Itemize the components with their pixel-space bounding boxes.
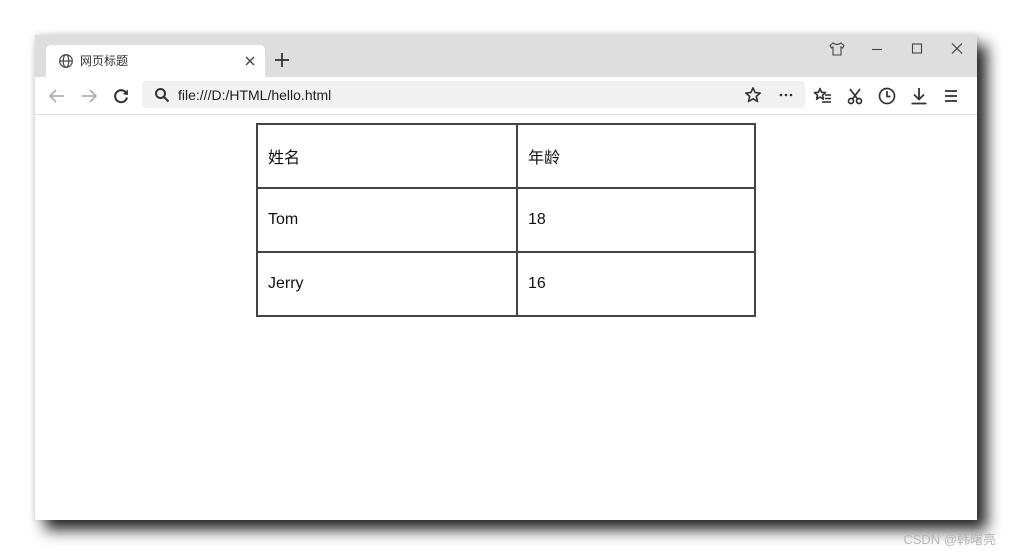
navigation-bar: file:///D:/HTML/hello.html (35, 77, 977, 115)
history-clock-icon[interactable] (877, 86, 897, 106)
address-input[interactable]: file:///D:/HTML/hello.html (178, 86, 331, 104)
close-window-icon[interactable] (948, 41, 966, 57)
forward-icon[interactable] (79, 86, 99, 106)
reload-icon[interactable] (111, 86, 131, 106)
back-icon[interactable] (47, 86, 67, 106)
globe-icon (58, 53, 74, 69)
watermark: CSDN @韩曙亮 (903, 532, 996, 547)
table-cell: Jerry (256, 251, 518, 317)
star-icon[interactable] (744, 86, 762, 104)
download-icon[interactable] (909, 86, 929, 106)
data-table: 姓名 年龄 Tom 18 Jerry 16 (256, 123, 756, 317)
table-cell: Tom (256, 187, 518, 253)
address-bar[interactable]: file:///D:/HTML/hello.html (142, 81, 805, 108)
more-icon[interactable] (777, 86, 795, 104)
minimize-icon[interactable] (868, 41, 886, 57)
favorites-list-icon[interactable] (813, 86, 833, 106)
new-tab-button[interactable] (273, 51, 291, 69)
shirt-icon[interactable] (828, 41, 846, 57)
browser-window: 网页标题 file:///D:/HTML/hello.html 姓名 年龄 To… (35, 35, 977, 520)
table-header-cell: 年龄 (516, 123, 756, 189)
close-tab-icon[interactable] (242, 53, 258, 69)
table-cell: 16 (516, 251, 756, 317)
table-header-row: 姓名 年龄 (256, 123, 756, 189)
menu-icon[interactable] (941, 86, 961, 106)
tab-strip: 网页标题 (35, 35, 977, 77)
maximize-icon[interactable] (908, 41, 926, 57)
table-cell: 18 (516, 187, 756, 253)
table-row: Tom 18 (256, 187, 756, 253)
table-header-cell: 姓名 (256, 123, 518, 189)
page-content: 姓名 年龄 Tom 18 Jerry 16 (35, 115, 977, 520)
search-icon (154, 87, 170, 103)
table-row: Jerry 16 (256, 251, 756, 317)
tab-active[interactable]: 网页标题 (46, 45, 265, 77)
scissors-icon[interactable] (845, 86, 865, 106)
tab-title: 网页标题 (80, 54, 129, 68)
